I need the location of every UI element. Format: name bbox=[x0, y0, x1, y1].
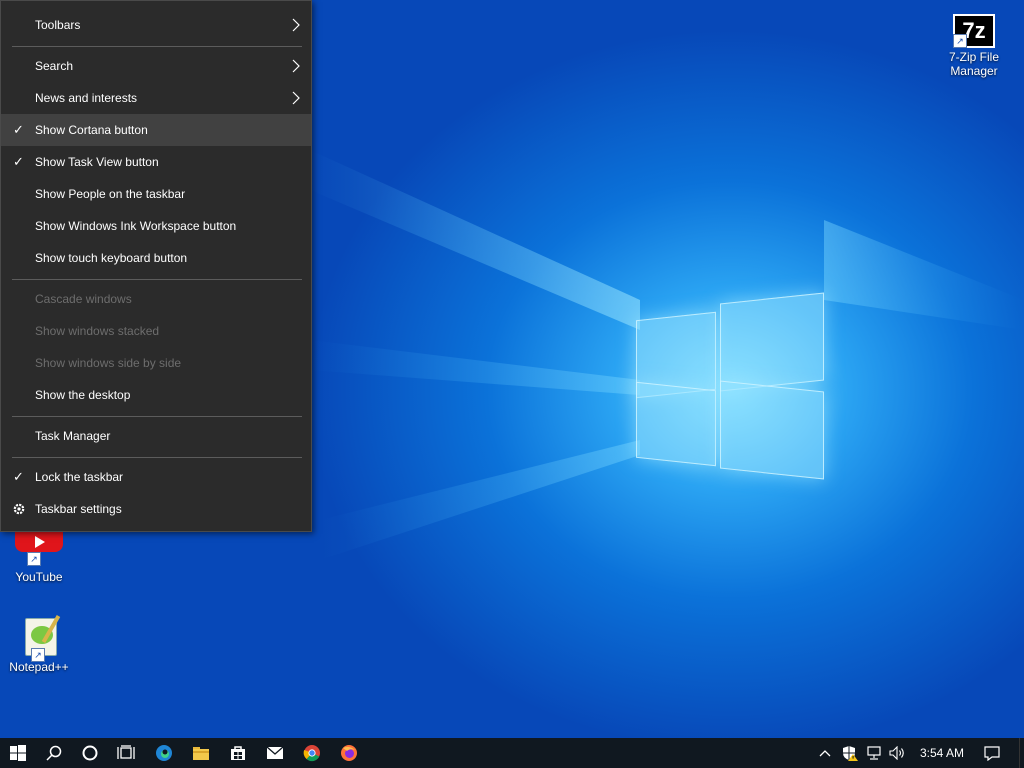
menu-separator bbox=[12, 46, 302, 47]
cortana-button[interactable] bbox=[72, 738, 108, 768]
file-explorer-icon bbox=[193, 747, 209, 760]
checkmark-icon: ✓ bbox=[13, 154, 24, 169]
store-button[interactable] bbox=[220, 738, 256, 768]
menu-item-news-and-interests[interactable]: News and interests bbox=[1, 82, 311, 114]
edge-button[interactable] bbox=[146, 738, 182, 768]
desktop-icon-label: Manager bbox=[950, 64, 998, 78]
action-center-button[interactable] bbox=[976, 738, 1008, 768]
checkmark-icon: ✓ bbox=[13, 122, 24, 137]
volume-tray-button[interactable] bbox=[886, 738, 910, 768]
menu-separator bbox=[12, 279, 302, 280]
menu-item-show-windows-side-by-side: Show windows side by side bbox=[35, 356, 182, 370]
clock[interactable]: 3:54 AM bbox=[912, 738, 972, 768]
task-view-button[interactable] bbox=[108, 738, 144, 768]
menu-item-search[interactable]: Search bbox=[1, 50, 311, 82]
menu-separator bbox=[12, 416, 302, 417]
menu-item-lock-the-taskbar[interactable]: ✓ Lock the taskbar bbox=[1, 461, 311, 493]
mail-icon bbox=[266, 746, 284, 759]
search-icon bbox=[46, 745, 62, 761]
menu-item-show-task-view-button[interactable]: ✓ Show Task View button bbox=[1, 146, 311, 178]
show-hidden-icons-button[interactable] bbox=[812, 738, 838, 768]
chevron-right-icon bbox=[292, 91, 300, 105]
volume-icon bbox=[889, 746, 904, 760]
shortcut-arrow-icon: ↗ bbox=[31, 648, 45, 662]
task-view-icon bbox=[117, 745, 135, 759]
desktop-icon-7zip[interactable]: 7z ↗ 7-Zip File Manager bbox=[936, 14, 1012, 78]
chevron-up-icon bbox=[819, 750, 831, 757]
chevron-right-icon bbox=[292, 18, 300, 32]
menu-item-toolbars[interactable]: Toolbars bbox=[1, 9, 311, 41]
search-button[interactable] bbox=[36, 738, 72, 768]
network-tray-button[interactable] bbox=[862, 738, 886, 768]
mail-button[interactable] bbox=[257, 738, 293, 768]
notepadpp-icon: ↗ bbox=[19, 614, 61, 662]
cortana-icon bbox=[82, 745, 98, 761]
gear-icon bbox=[13, 503, 25, 515]
file-explorer-button[interactable] bbox=[183, 738, 219, 768]
shortcut-arrow-icon: ↗ bbox=[953, 34, 967, 48]
start-button[interactable] bbox=[0, 738, 36, 768]
chrome-button[interactable] bbox=[294, 738, 330, 768]
menu-item-show-people[interactable]: Show People on the taskbar bbox=[1, 178, 311, 210]
show-desktop-button[interactable] bbox=[1019, 738, 1024, 768]
security-tray-button[interactable] bbox=[838, 738, 862, 768]
menu-item-taskbar-settings[interactable]: Taskbar settings bbox=[1, 493, 311, 525]
desktop-icon-label: YouTube bbox=[15, 570, 63, 584]
firefox-button[interactable] bbox=[331, 738, 367, 768]
youtube-icon: ↗ bbox=[15, 532, 63, 566]
taskbar: 3:54 AM bbox=[0, 738, 1024, 768]
desktop-icon-notepadpp[interactable]: ↗ Notepad++ bbox=[1, 614, 77, 674]
chevron-right-icon bbox=[292, 59, 300, 73]
menu-item-show-cortana-button[interactable]: ✓ Show Cortana button bbox=[1, 114, 311, 146]
menu-item-show-touch-keyboard[interactable]: Show touch keyboard button bbox=[1, 242, 311, 274]
shortcut-arrow-icon: ↗ bbox=[27, 552, 41, 566]
desktop-icon-label: 7-Zip File bbox=[948, 50, 999, 64]
checkmark-icon: ✓ bbox=[13, 469, 24, 484]
menu-item-task-manager[interactable]: Task Manager bbox=[1, 420, 311, 452]
firefox-icon bbox=[341, 745, 357, 761]
desktop-icon-label: Notepad++ bbox=[9, 660, 69, 674]
menu-item-cascade-windows: Cascade windows bbox=[35, 292, 132, 306]
store-icon bbox=[231, 746, 245, 760]
edge-icon bbox=[156, 745, 172, 761]
start-icon bbox=[10, 745, 26, 761]
windows-logo bbox=[636, 290, 824, 480]
menu-item-show-ink-workspace[interactable]: Show Windows Ink Workspace button bbox=[1, 210, 311, 242]
chrome-icon bbox=[303, 745, 320, 762]
7zip-icon: 7z ↗ bbox=[953, 14, 995, 48]
menu-item-show-the-desktop[interactable]: Show the desktop bbox=[1, 379, 311, 411]
taskbar-context-menu: Toolbars Search News and interests ✓ Sho… bbox=[0, 0, 312, 532]
notification-icon bbox=[984, 745, 1000, 761]
shield-warning-icon bbox=[843, 746, 858, 761]
network-icon bbox=[867, 746, 881, 760]
desktop-icon-youtube[interactable]: ↗ YouTube bbox=[1, 532, 77, 584]
menu-item-show-windows-stacked: Show windows stacked bbox=[35, 324, 160, 338]
menu-separator bbox=[12, 457, 302, 458]
